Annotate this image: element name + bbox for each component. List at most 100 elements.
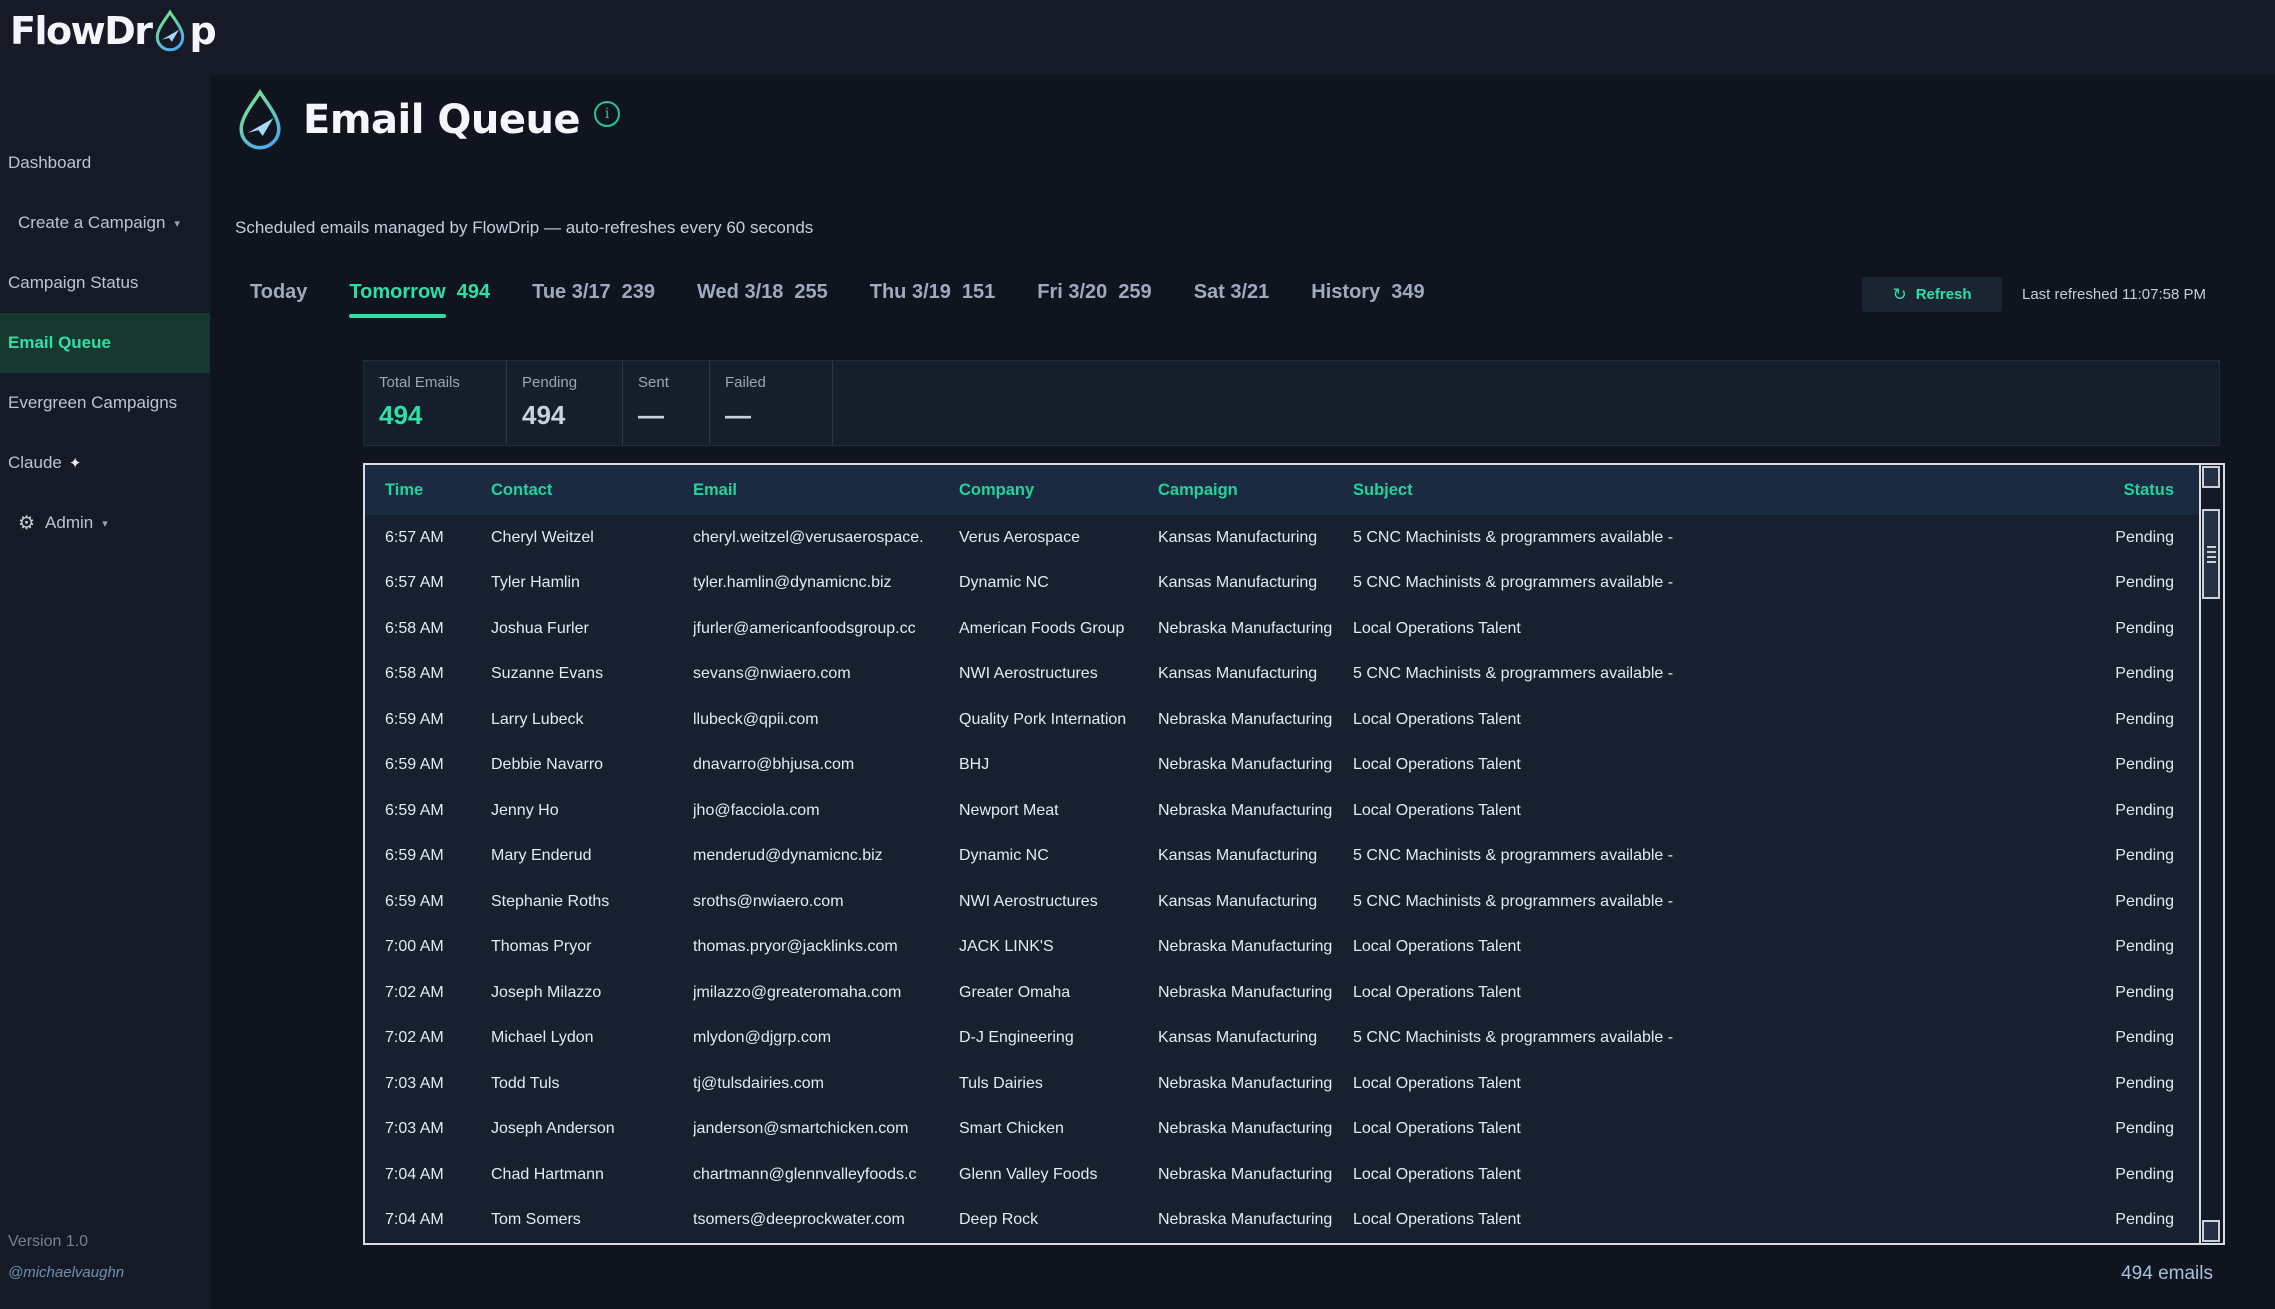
tab-sat-3-21[interactable]: Sat 3/21 xyxy=(1194,281,1270,304)
table-row[interactable]: 6:59 AMMary Enderudmenderud@dynamicnc.bi… xyxy=(365,834,2199,880)
cell-subject: Local Operations Talent xyxy=(1353,984,2113,1002)
table-row[interactable]: 6:59 AMJenny Hojho@facciola.comNewport M… xyxy=(365,788,2199,834)
table-row[interactable]: 6:59 AMStephanie Rothssroths@nwiaero.com… xyxy=(365,879,2199,925)
sidebar-item-admin[interactable]: ⚙Admin▾ xyxy=(0,493,210,553)
sidebar-nav: Dashboard Create a Campaign▾ Campaign Stat… xyxy=(0,75,210,553)
tab-count: 349 xyxy=(1391,281,1424,304)
table-row[interactable]: 7:03 AMJoseph Andersonjanderson@smartchi… xyxy=(365,1107,2199,1153)
cell-company: American Foods Group xyxy=(959,620,1158,638)
tab-count: 151 xyxy=(962,281,995,304)
cell-status: Pending xyxy=(2113,1075,2199,1093)
tab-count: 239 xyxy=(622,281,655,304)
sidebar-item-dashboard[interactable]: Dashboard xyxy=(0,133,210,193)
cell-contact: Jenny Ho xyxy=(491,802,693,820)
cell-company: D-J Engineering xyxy=(959,1029,1158,1047)
cell-contact: Cheryl Weitzel xyxy=(491,529,693,547)
table-row[interactable]: 6:58 AMSuzanne Evanssevans@nwiaero.comNW… xyxy=(365,652,2199,698)
cell-email: sevans@nwiaero.com xyxy=(693,665,959,683)
cell-campaign: Nebraska Manufacturing xyxy=(1158,711,1353,729)
table-row[interactable]: 6:59 AMLarry Lubeckllubeck@qpii.comQuali… xyxy=(365,697,2199,743)
cell-email: jmilazzo@greateromaha.com xyxy=(693,984,959,1002)
column-header-time: Time xyxy=(385,481,491,500)
tab-label: Tomorrow xyxy=(349,281,445,304)
cell-campaign: Nebraska Manufacturing xyxy=(1158,802,1353,820)
sidebar-item-create-a-campaign[interactable]: Create a Campaign▾ xyxy=(0,193,210,253)
table-row[interactable]: 7:00 AMThomas Pryorthomas.pryor@jacklink… xyxy=(365,925,2199,971)
cell-subject: Local Operations Talent xyxy=(1353,756,2113,774)
cell-subject: Local Operations Talent xyxy=(1353,802,2113,820)
author-handle[interactable]: @michaelvaughn xyxy=(8,1264,124,1281)
stat-label: Pending xyxy=(522,374,622,391)
cell-campaign: Nebraska Manufacturing xyxy=(1158,1075,1353,1093)
info-icon[interactable]: i xyxy=(594,101,620,127)
sidebar-item-campaign-status[interactable]: Campaign Status xyxy=(0,253,210,313)
cell-contact: Thomas Pryor xyxy=(491,938,693,956)
table-scrollbar[interactable] xyxy=(2199,465,2223,1243)
sidebar-item-label: Campaign Status xyxy=(8,273,138,293)
table-row[interactable]: 7:04 AMChad Hartmannchartmann@glennvalle… xyxy=(365,1152,2199,1198)
cell-email: sroths@nwiaero.com xyxy=(693,893,959,911)
cell-contact: Todd Tuls xyxy=(491,1075,693,1093)
cell-company: JACK LINK'S xyxy=(959,938,1158,956)
table-row[interactable]: 6:57 AMTyler Hamlintyler.hamlin@dynamicn… xyxy=(365,561,2199,607)
scrollbar-up-button[interactable] xyxy=(2202,466,2220,488)
cell-subject: Local Operations Talent xyxy=(1353,1166,2113,1184)
refresh-icon: ↻ xyxy=(1892,285,1906,305)
scrollbar-thumb[interactable] xyxy=(2202,509,2220,599)
tab-thu-3-19[interactable]: Thu 3/19151 xyxy=(870,281,996,304)
cell-campaign: Nebraska Manufacturing xyxy=(1158,1120,1353,1138)
sidebar-item-label: Evergreen Campaigns xyxy=(8,393,177,413)
cell-time: 7:02 AM xyxy=(385,1029,491,1047)
refresh-button[interactable]: ↻ Refresh xyxy=(1862,277,2002,312)
table-row[interactable]: 7:03 AMTodd Tulstj@tulsdairies.comTuls D… xyxy=(365,1061,2199,1107)
table-row[interactable]: 7:02 AMJoseph Milazzojmilazzo@greateroma… xyxy=(365,970,2199,1016)
cell-status: Pending xyxy=(2113,711,2199,729)
tab-history[interactable]: History 349 xyxy=(1311,281,1424,304)
tab-today[interactable]: Today xyxy=(250,281,307,304)
cell-status: Pending xyxy=(2113,756,2199,774)
tab-tomorrow[interactable]: Tomorrow494 xyxy=(349,281,490,304)
cell-campaign: Kansas Manufacturing xyxy=(1158,665,1353,683)
tab-wed-3-18[interactable]: Wed 3/18255 xyxy=(697,281,828,304)
table-row[interactable]: 6:59 AMDebbie Navarrodnavarro@bhjusa.com… xyxy=(365,743,2199,789)
cell-campaign: Nebraska Manufacturing xyxy=(1158,938,1353,956)
cell-status: Pending xyxy=(2113,1166,2199,1184)
sidebar-item-evergreen-campaigns[interactable]: Evergreen Campaigns xyxy=(0,373,210,433)
cell-company: NWI Aerostructures xyxy=(959,665,1158,683)
sidebar-item-label: Email Queue xyxy=(8,333,111,353)
sidebar-item-label: Dashboard xyxy=(8,153,91,173)
page-header: Email Queue i xyxy=(233,89,620,151)
cell-campaign: Nebraska Manufacturing xyxy=(1158,756,1353,774)
cell-campaign: Nebraska Manufacturing xyxy=(1158,1166,1353,1184)
table-row[interactable]: 6:57 AMCheryl Weitzelcheryl.weitzel@veru… xyxy=(365,515,2199,561)
cell-contact: Joseph Anderson xyxy=(491,1120,693,1138)
cell-subject: 5 CNC Machinists & programmers available… xyxy=(1353,529,2113,547)
stat-total-emails: Total Emails494 xyxy=(364,361,507,445)
sidebar-item-label: Create a Campaign xyxy=(18,213,165,233)
cell-company: BHJ xyxy=(959,756,1158,774)
tab-label: Sat 3/21 xyxy=(1194,281,1270,304)
cell-time: 7:03 AM xyxy=(385,1120,491,1138)
cell-status: Pending xyxy=(2113,665,2199,683)
cell-time: 7:00 AM xyxy=(385,938,491,956)
cell-company: Deep Rock xyxy=(959,1211,1158,1229)
cell-email: jho@facciola.com xyxy=(693,802,959,820)
sidebar-item-claude[interactable]: Claude✦ xyxy=(0,433,210,493)
table-row[interactable]: 7:04 AMTom Somerstsomers@deeprockwater.c… xyxy=(365,1198,2199,1244)
sidebar-item-email-queue[interactable]: Email Queue xyxy=(0,313,210,373)
stat-value: 494 xyxy=(522,400,622,431)
cell-subject: 5 CNC Machinists & programmers available… xyxy=(1353,893,2113,911)
tab-tue-3-17[interactable]: Tue 3/17239 xyxy=(532,281,655,304)
tab-label: History xyxy=(1311,281,1380,304)
table-row[interactable]: 6:58 AMJoshua Furlerjfurler@americanfood… xyxy=(365,606,2199,652)
cell-subject: Local Operations Talent xyxy=(1353,1211,2113,1229)
cell-status: Pending xyxy=(2113,1029,2199,1047)
stats-bar: Total Emails494Pending494Sent—Failed— xyxy=(363,360,2220,446)
stat-value: 494 xyxy=(379,400,506,431)
tab-fri-3-20[interactable]: Fri 3/20259 xyxy=(1037,281,1151,304)
cell-contact: Tom Somers xyxy=(491,1211,693,1229)
scrollbar-down-button[interactable] xyxy=(2202,1220,2220,1242)
stat-value: — xyxy=(725,400,832,431)
table-row[interactable]: 7:02 AMMichael Lydonmlydon@djgrp.comD-J … xyxy=(365,1016,2199,1062)
cell-contact: Debbie Navarro xyxy=(491,756,693,774)
